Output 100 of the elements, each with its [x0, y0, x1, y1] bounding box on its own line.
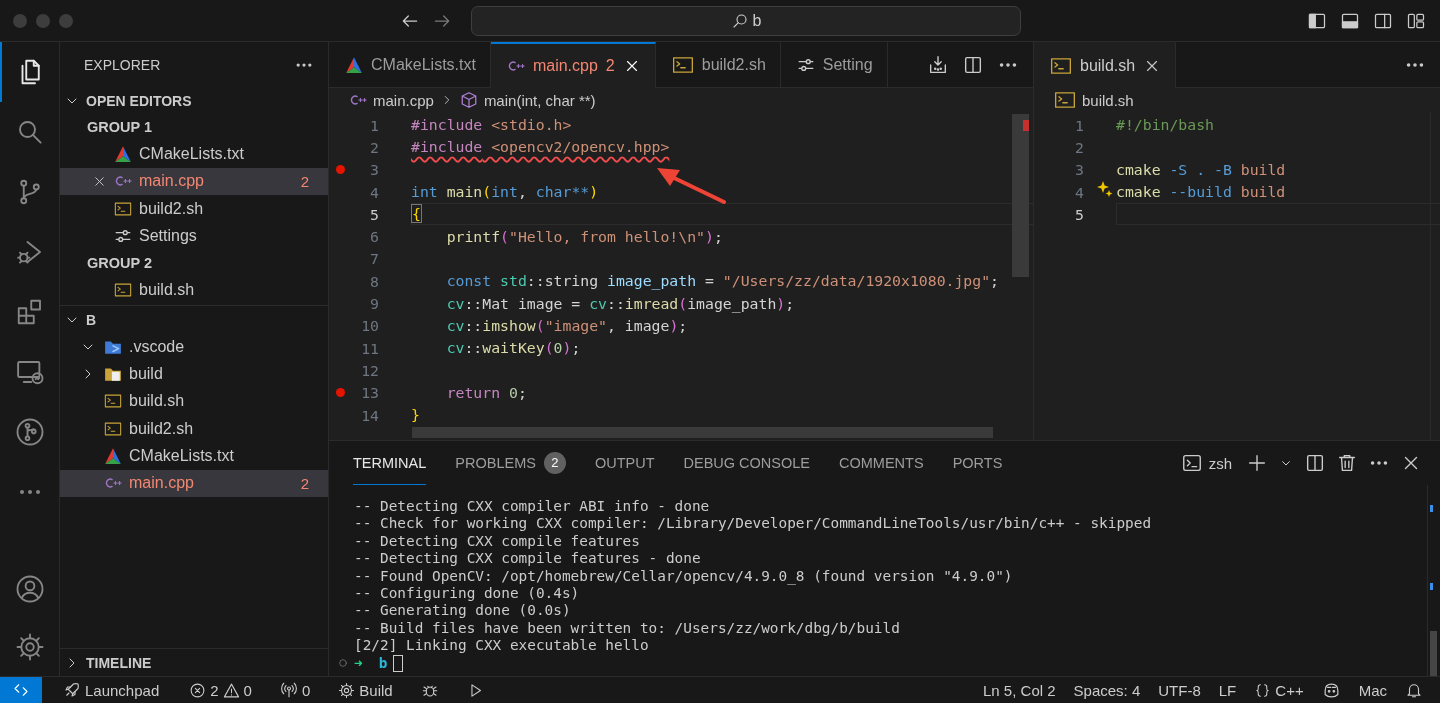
error-count: 2: [300, 172, 310, 190]
status-item[interactable]: Ln 5, Col 2: [974, 677, 1065, 703]
terminal-line: -- Detecting CXX compile features: [354, 532, 640, 551]
prompt-directory: b: [378, 654, 388, 673]
line-number: 8: [369, 272, 379, 290]
language-mode[interactable]: C++: [1245, 677, 1313, 703]
status-item[interactable]: LF: [1209, 677, 1246, 703]
file-tree-item[interactable]: build.sh: [60, 387, 328, 415]
account-icon[interactable]: [14, 574, 45, 604]
sparkle-icon[interactable]: [1096, 180, 1114, 198]
panel-tab[interactable]: TERMINAL: [353, 441, 427, 485]
code-line: cv::waitKey(0);: [445, 338, 581, 359]
line-number: 5: [369, 205, 379, 223]
file-tree-item[interactable]: CMakeLists.txt: [60, 442, 328, 470]
code-line: printf("Hello, from hello!\n");: [445, 226, 723, 247]
circle-icon: [338, 658, 348, 669]
status-item[interactable]: UTF-8: [1149, 677, 1210, 703]
command-center-search[interactable]: b: [471, 5, 1021, 36]
line-number: 9: [369, 295, 379, 312]
panel-tab[interactable]: PROBLEMS 2: [455, 441, 566, 485]
code-line: {: [412, 204, 421, 225]
terminal-line: -- Found OpenCV: /opt/homebrew/Cellar/opencv/4.9.0_8 (found version "4.9.0"): [354, 567, 1013, 586]
line-number: 6: [369, 228, 379, 246]
cmake-triangle-icon: [104, 446, 122, 465]
terminal-line: -- Configuring done (0.4s): [354, 585, 580, 603]
overview-marker: [1430, 505, 1433, 512]
open-editor-item[interactable]: Settings: [60, 222, 328, 250]
editor-tab[interactable]: build2.sh: [655, 42, 781, 87]
braces-icon: [1254, 681, 1272, 699]
error-count: 2: [300, 474, 310, 492]
build-button[interactable]: Build: [329, 677, 402, 703]
remote-indicator[interactable]: [0, 677, 42, 703]
breadcrumb-item[interactable]: main(int, char **): [459, 91, 596, 109]
line-number: 4: [1074, 183, 1084, 201]
code-line: const std::string image_path = "/Users/zz/data/1920x1080.jpg";: [445, 271, 1000, 292]
line-number: 14: [360, 406, 379, 424]
git-graph-icon: [14, 417, 45, 447]
group-title: GROUP 2: [86, 254, 153, 274]
save-icon[interactable]: [927, 53, 949, 76]
editor-tab[interactable]: CMakeLists.txt: [329, 42, 491, 87]
cmake-triangle-icon: [114, 144, 132, 163]
line-number: 3: [369, 161, 379, 179]
terminal-cursor: [393, 654, 404, 672]
terminal-line: [2/2] Linking CXX executable hello: [354, 637, 649, 655]
code-line: #!/bin/bash: [1116, 115, 1214, 136]
panel-tab[interactable]: COMMENTS: [839, 441, 924, 485]
open-editor-item[interactable]: CMakeLists.txt: [60, 140, 328, 168]
status-item[interactable]: Mac: [1349, 677, 1396, 703]
folder-icon: [104, 365, 122, 383]
breadcrumb-item[interactable]: main.cpp: [349, 91, 434, 109]
problem-count: 2: [543, 451, 566, 474]
breakpoint-dot[interactable]: [335, 388, 345, 398]
broadcast-icon: [279, 681, 298, 699]
code-line: }: [411, 405, 420, 425]
split-editor-icon[interactable]: [1304, 452, 1326, 474]
launchpad-button[interactable]: Launchpad: [54, 677, 169, 703]
terminal-file-icon: [114, 281, 132, 300]
breadcrumb-item[interactable]: build.sh: [1054, 89, 1134, 111]
file-tree-item[interactable]: main.cpp 2: [60, 469, 328, 497]
line-number: 4: [369, 183, 379, 201]
group-title: GROUP 1: [86, 117, 153, 137]
scrollbar-thumb[interactable]: [412, 427, 993, 438]
status-item[interactable]: Spaces: 4: [1064, 677, 1150, 703]
gear-icon: [338, 681, 356, 699]
line-number: 5: [1074, 205, 1084, 223]
terminal-line: -- Detecting CXX compile features - done: [354, 550, 701, 568]
file-tree-item[interactable]: build2.sh: [60, 414, 328, 443]
open-editor-item[interactable]: main.cpp 2: [60, 167, 328, 195]
line-number: 1: [1074, 116, 1084, 134]
panel-tab[interactable]: OUTPUT: [594, 441, 655, 485]
section-header[interactable]: B: [60, 305, 328, 334]
scrollbar-thumb[interactable]: [1012, 114, 1029, 277]
bell-icon: [1405, 681, 1423, 699]
editor-tab[interactable]: Setting: [780, 42, 888, 87]
line-number: 13: [360, 384, 379, 402]
line-number: 10: [360, 317, 379, 335]
prompt-arrow: ➜: [354, 654, 363, 673]
terminal-file-icon: [671, 54, 694, 76]
settings-icon[interactable]: [14, 632, 45, 662]
folder-tree-item[interactable]: build: [60, 360, 328, 388]
terminal-line: -- Detecting CXX compiler ABI info - done: [354, 498, 710, 516]
panel-tab[interactable]: DEBUG CONSOLE: [683, 441, 811, 485]
folder-tree-item[interactable]: .vscode: [60, 333, 328, 361]
scrollbar-thumb[interactable]: [1430, 631, 1437, 676]
section-header[interactable]: OPEN EDITORS: [60, 88, 328, 113]
breakpoint-dot[interactable]: [335, 165, 345, 175]
code-line: cv::imshow("image", image);: [445, 315, 688, 336]
open-editor-item[interactable]: build2.sh: [60, 194, 328, 223]
line-number: 11: [360, 339, 379, 357]
code-line: #include <stdio.h>: [411, 115, 572, 136]
editor-tab[interactable]: build.sh: [1034, 42, 1177, 88]
problems-status[interactable]: 2 0: [180, 677, 261, 703]
sidebar-title: EXPLORER: [84, 57, 161, 73]
plus-icon[interactable]: [1246, 452, 1268, 474]
editor-tab[interactable]: main.cpp 2: [490, 42, 656, 88]
ports-status[interactable]: 0: [270, 677, 320, 703]
trash-icon[interactable]: [1336, 452, 1358, 474]
terminal-selector[interactable]: zsh: [1180, 452, 1232, 474]
open-editor-item[interactable]: build.sh: [60, 276, 328, 305]
panel-tab[interactable]: PORTS: [952, 441, 1003, 485]
